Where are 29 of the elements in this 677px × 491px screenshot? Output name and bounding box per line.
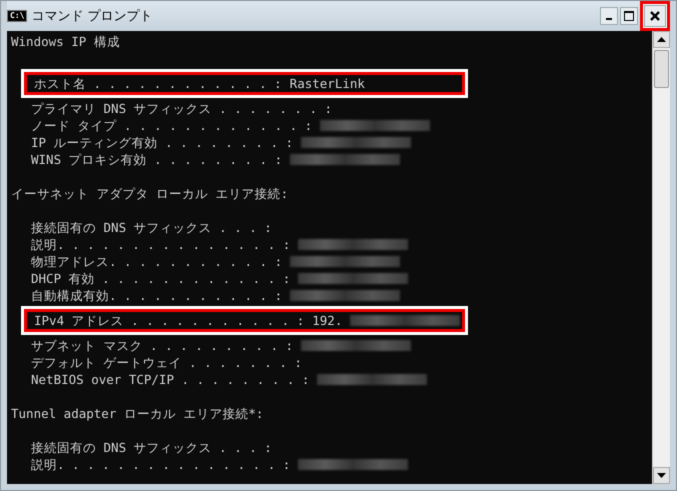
setting-label: サブネット マスク . . . . . . . . . : xyxy=(31,337,294,354)
setting-label: ホスト名 . . . . . . . . . . . . : xyxy=(34,75,282,92)
console-heading: Windows IP 構成 xyxy=(11,33,120,50)
setting-label: DHCP 有効 . . . . . . . . . . . . : xyxy=(31,270,290,287)
setting-value: 192. xyxy=(312,312,342,329)
setting-label: IP ルーティング有効 . . . . . . . . : xyxy=(31,134,294,151)
setting-label: WINS プロキシ有効 . . . . . . . . : xyxy=(31,151,282,168)
console-heading: Tunnel adapter ローカル エリア接続*: xyxy=(11,405,264,422)
window-title: コマンド プロンプト xyxy=(31,8,154,25)
setting-label: 説明. . . . . . . . . . . . . . . : xyxy=(31,456,290,473)
setting-label: 接続固有の DNS サフィックス . . . : xyxy=(31,439,272,456)
maximize-icon xyxy=(624,11,634,21)
maximize-button[interactable] xyxy=(620,7,638,25)
close-icon xyxy=(650,11,660,21)
setting-label: ノード タイプ . . . . . . . . . . . . : xyxy=(31,117,312,134)
setting-label: IPv4 アドレス . . . . . . . . . . . : xyxy=(34,312,304,329)
scrollbar[interactable] xyxy=(652,31,670,484)
setting-label: 接続固有の DNS サフィックス . . . : xyxy=(31,219,272,236)
setting-label: 自動構成有効. . . . . . . . . . . : xyxy=(31,287,282,304)
setting-label: プライマリ DNS サフィックス . . . . . . . : xyxy=(31,100,332,117)
console-heading: イーサネット アダプタ ローカル エリア接続: xyxy=(11,185,288,202)
console-icon: C:\ xyxy=(7,10,28,22)
setting-label: 説明. . . . . . . . . . . . . . . : xyxy=(31,236,290,253)
setting-label: デフォルト ゲートウェイ . . . . . . . : xyxy=(31,354,302,371)
setting-value: RasterLink xyxy=(290,75,365,92)
minimize-button[interactable] xyxy=(600,7,618,25)
scroll-thumb[interactable] xyxy=(654,50,669,88)
setting-label: NetBIOS over TCP/IP . . . . . . . . : xyxy=(31,371,310,388)
setting-label: 物理アドレス. . . . . . . . . . . : xyxy=(31,253,282,270)
